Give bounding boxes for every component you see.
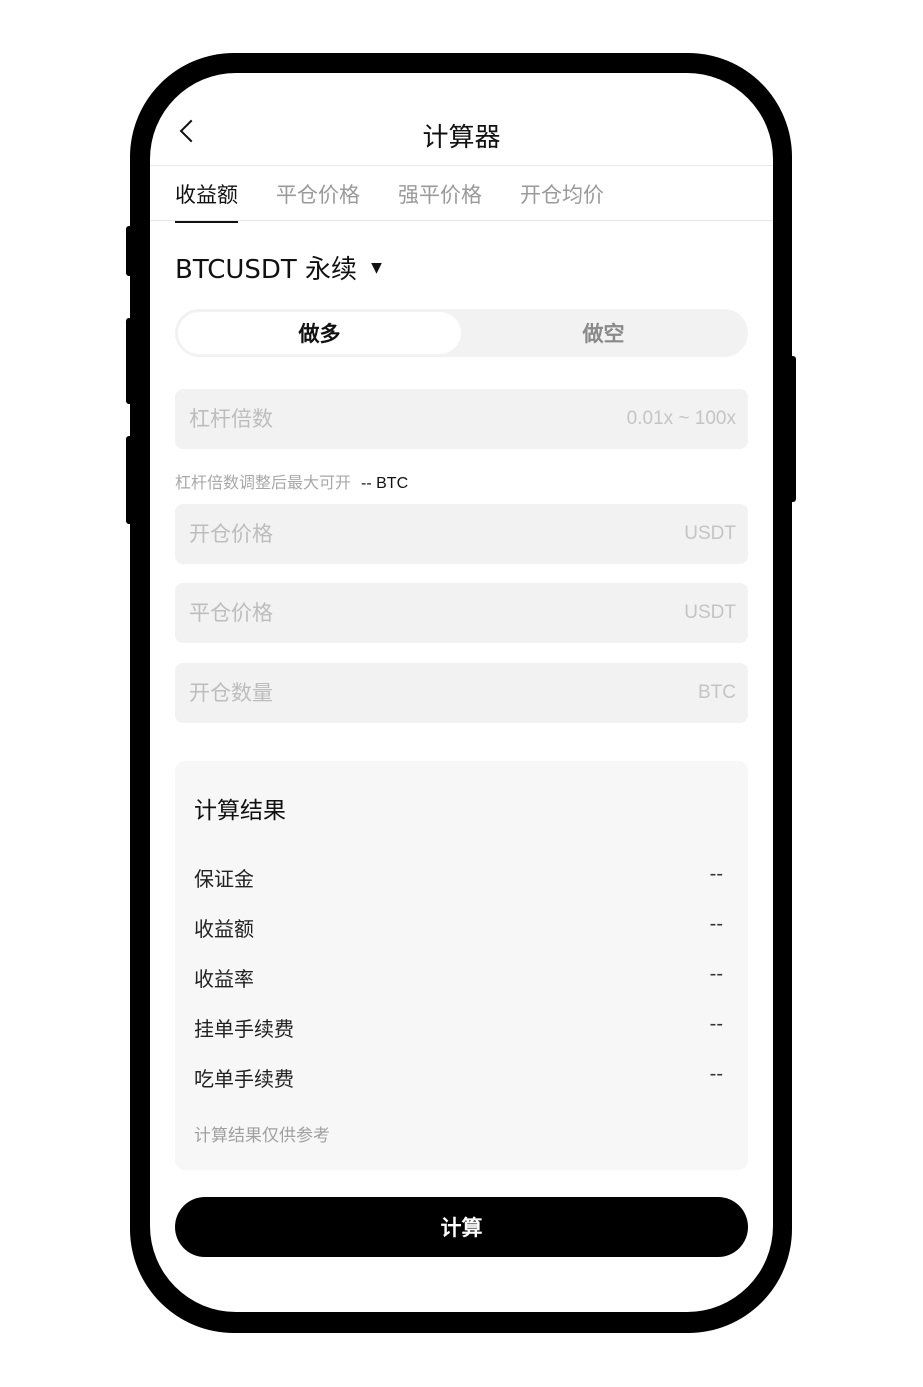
tab-profit[interactable]: 收益额 bbox=[175, 179, 238, 223]
result-row-profit-rate: 收益率 -- bbox=[194, 963, 723, 992]
leverage-range: 0.01x ~ 100x bbox=[626, 408, 736, 429]
close-price-unit: USDT bbox=[684, 602, 736, 623]
tab-average-open-price[interactable]: 开仓均价 bbox=[520, 179, 604, 223]
phone-screen: 计算器 收益额 平仓价格 强平价格 开仓均价 BTCUSDT 永续 ▼ 做多 做… bbox=[150, 73, 773, 1312]
leverage-field: 0.01x ~ 100x bbox=[175, 389, 748, 449]
page: 计算器 收益额 平仓价格 强平价格 开仓均价 BTCUSDT 永续 ▼ 做多 做… bbox=[0, 0, 923, 1387]
result-disclaimer: 计算结果仅供参考 bbox=[194, 1126, 330, 1146]
tabs-divider bbox=[150, 220, 773, 221]
caret-down-icon: ▼ bbox=[371, 259, 382, 276]
quantity-unit: BTC bbox=[698, 682, 736, 703]
calculate-button[interactable]: 计算 bbox=[175, 1197, 748, 1257]
tab-liquidation-price[interactable]: 强平价格 bbox=[398, 179, 482, 223]
result-panel: 计算结果 保证金 -- 收益额 -- 收益率 -- 挂单手续费 -- 吃单手续费… bbox=[175, 761, 748, 1170]
tab-close-price[interactable]: 平仓价格 bbox=[276, 179, 360, 223]
result-row-profit: 收益额 -- bbox=[194, 913, 723, 942]
result-row-label: 收益额 bbox=[194, 917, 254, 941]
calculator-tabs: 收益额 平仓价格 强平价格 开仓均价 bbox=[175, 179, 604, 223]
result-row-label: 吃单手续费 bbox=[194, 1067, 294, 1091]
result-row-value: -- bbox=[709, 863, 723, 885]
open-price-field: USDT bbox=[175, 504, 748, 564]
result-row-value: -- bbox=[709, 963, 723, 985]
max-open-value: -- BTC bbox=[361, 475, 409, 492]
result-row-taker-fee: 吃单手续费 -- bbox=[194, 1063, 723, 1092]
direction-toggle: 做多 做空 bbox=[175, 309, 748, 357]
result-row-label: 保证金 bbox=[194, 867, 254, 891]
result-row-value: -- bbox=[709, 1063, 723, 1085]
leverage-input[interactable] bbox=[187, 406, 491, 432]
close-price-input[interactable] bbox=[187, 600, 491, 626]
long-button[interactable]: 做多 bbox=[178, 312, 461, 354]
close-price-field: USDT bbox=[175, 583, 748, 643]
header-divider bbox=[150, 165, 773, 166]
open-price-unit: USDT bbox=[684, 523, 736, 544]
open-price-input[interactable] bbox=[187, 521, 491, 547]
max-open-hint: 杠杆倍数调整后最大可开 -- BTC bbox=[175, 469, 408, 493]
symbol-label: BTCUSDT 永续 bbox=[175, 255, 358, 285]
symbol-selector[interactable]: BTCUSDT 永续 ▼ bbox=[175, 249, 382, 286]
page-title: 计算器 bbox=[422, 123, 501, 153]
max-open-label: 杠杆倍数调整后最大可开 bbox=[175, 473, 352, 492]
quantity-field: BTC bbox=[175, 663, 748, 723]
quantity-input[interactable] bbox=[187, 680, 491, 706]
result-row-label: 收益率 bbox=[194, 967, 254, 991]
result-row-maker-fee: 挂单手续费 -- bbox=[194, 1013, 723, 1042]
result-row-margin: 保证金 -- bbox=[194, 863, 723, 892]
result-row-value: -- bbox=[709, 913, 723, 935]
short-button[interactable]: 做空 bbox=[462, 312, 745, 354]
result-title: 计算结果 bbox=[194, 798, 286, 824]
result-row-label: 挂单手续费 bbox=[194, 1017, 294, 1041]
result-row-value: -- bbox=[709, 1013, 723, 1035]
